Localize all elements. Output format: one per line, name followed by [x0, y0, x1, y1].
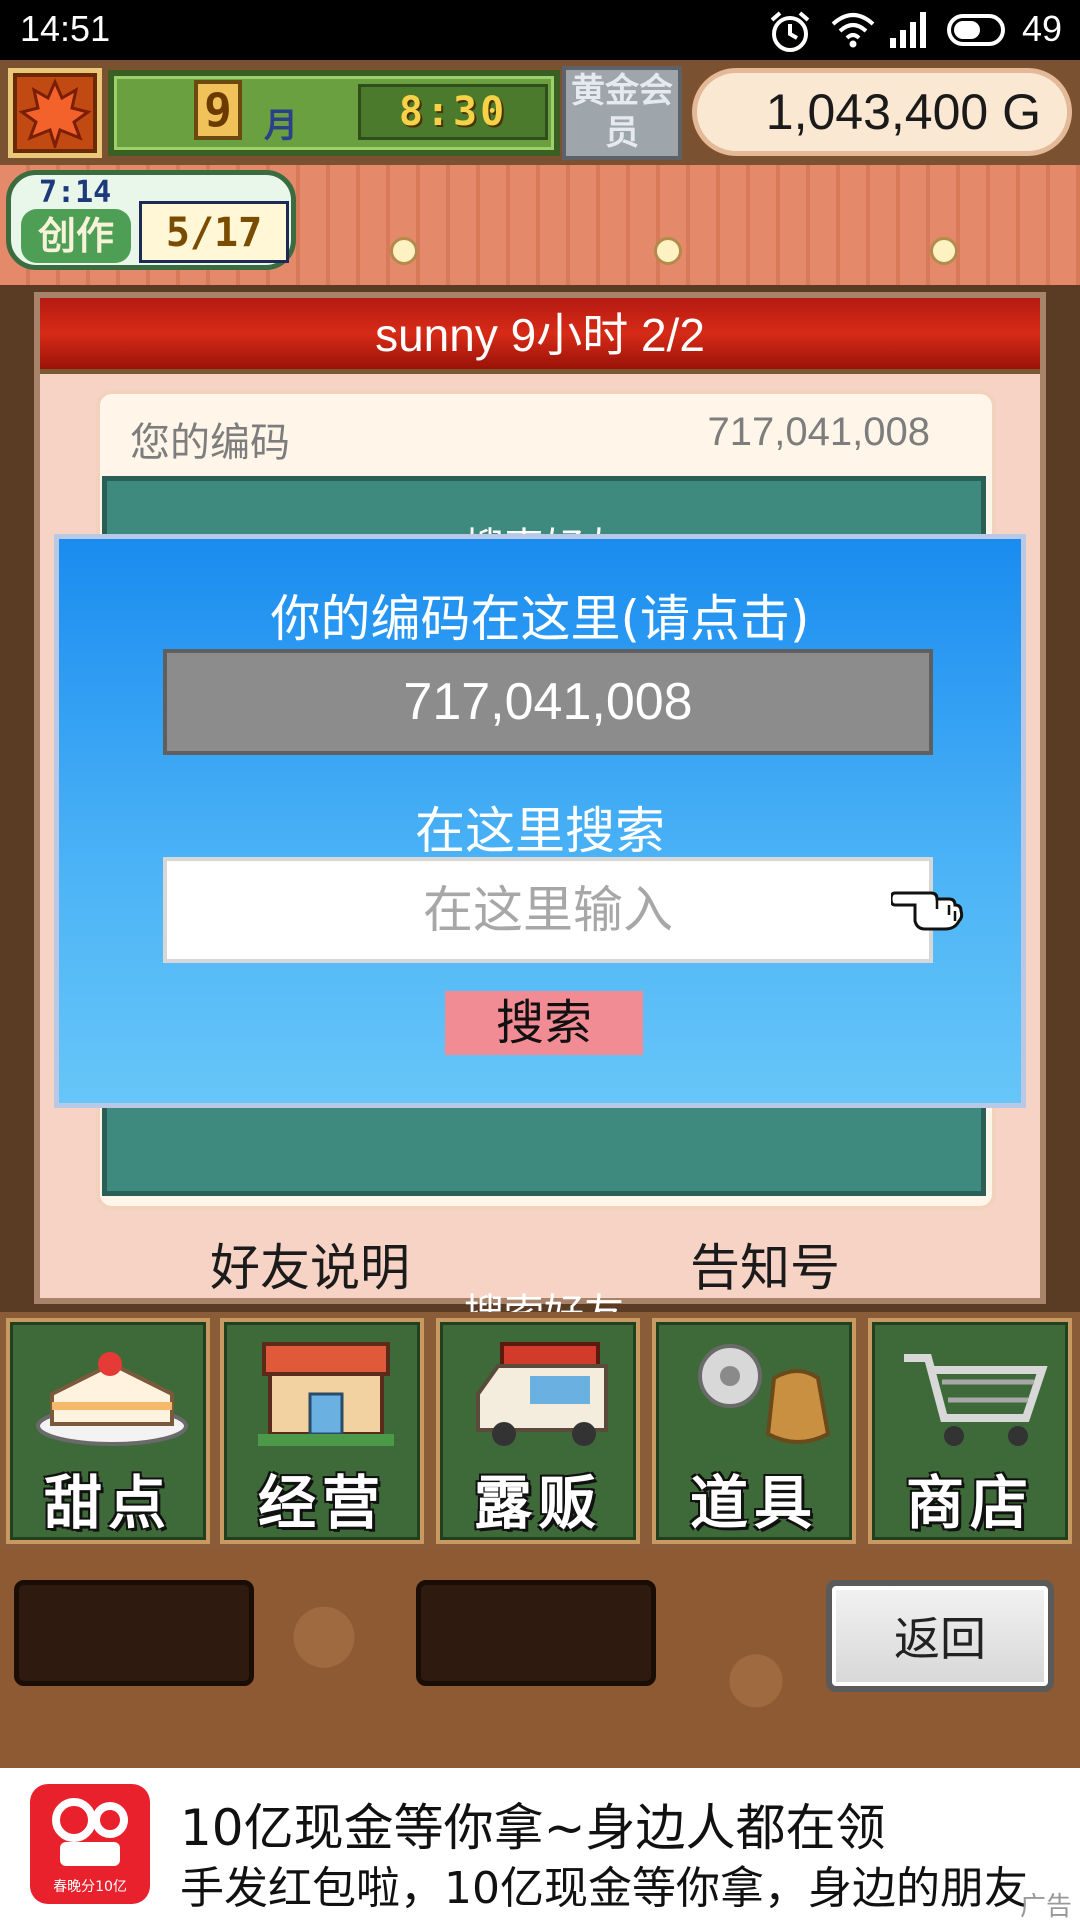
- menu-items-label: 道具: [689, 1469, 818, 1537]
- ad-tag: 广告: [1019, 1892, 1072, 1920]
- your-code-box[interactable]: 717,041,008: [163, 649, 933, 755]
- game-clock-text: 8:30: [398, 89, 508, 135]
- gold-amount: 1,043,400 G: [765, 84, 1041, 140]
- lower-strip: 返回: [0, 1550, 1080, 1768]
- menu-store-label: 商店: [905, 1469, 1034, 1537]
- shop-building-icon: [258, 1342, 394, 1446]
- menu-items-button[interactable]: 道具: [652, 1318, 856, 1544]
- menu-business-label: 经营: [257, 1469, 386, 1537]
- friend-window-header: sunny 9小时 2/2: [40, 298, 1040, 374]
- battery-level: 49: [1021, 8, 1062, 49]
- friend-help-link[interactable]: 好友说明: [210, 1228, 410, 1300]
- vip-badge[interactable]: 黄金会员: [562, 66, 682, 160]
- create-timer: 7:14: [39, 175, 112, 210]
- search-button[interactable]: 搜索: [445, 991, 643, 1055]
- game-clock: 8:30: [358, 84, 548, 140]
- menu-store-button[interactable]: 商店: [868, 1318, 1072, 1544]
- lamp-icon: [930, 237, 958, 265]
- ad-app-logo[interactable]: 春晚分10亿: [30, 1784, 150, 1904]
- create-count: 5/17: [139, 201, 289, 263]
- menu-sweets-label: 甜点: [43, 1469, 172, 1537]
- empty-slot: [416, 1580, 656, 1686]
- ad-banner[interactable]: 春晚分10亿 10亿现金等你拿~身边人都在领 手发红包啦，10亿现金等你拿，身边…: [0, 1768, 1080, 1920]
- cake-icon: [36, 1352, 188, 1446]
- ad-subtitle: 手发红包啦，10亿现金等你拿，身边的朋友: [180, 1863, 1028, 1914]
- create-panel[interactable]: 7:14 创作 5/17: [6, 170, 296, 270]
- search-dialog: 你的编码在这里(请点击) 717,041,008 在这里搜索 搜索: [54, 534, 1026, 1108]
- menu-stall-label: 露贩: [473, 1469, 602, 1537]
- search-title: 在这里搜索: [415, 802, 665, 860]
- signal-icon: [890, 12, 926, 48]
- main-menu: 甜点 经营 露贩 道具 商店: [0, 1312, 1080, 1550]
- food-truck-icon: [476, 1342, 608, 1446]
- gold-panel: 1,043,400 G: [692, 68, 1072, 156]
- menu-stall-button[interactable]: 露贩: [436, 1318, 640, 1544]
- month-label: 月: [264, 106, 298, 146]
- shopping-cart-icon: [904, 1354, 1048, 1446]
- month-number: 9: [194, 80, 242, 140]
- status-bar: 14:51 49: [0, 0, 1080, 60]
- your-code-value: 717,041,008: [707, 410, 930, 454]
- lamp-icon: [390, 237, 418, 265]
- dialog-title: 你的编码在这里(请点击): [270, 590, 810, 648]
- ad-logo-caption: 春晚分10亿: [53, 1879, 127, 1895]
- season-leaf-icon[interactable]: [8, 68, 102, 158]
- pointing-hand-icon: [891, 891, 964, 931]
- create-label: 创作: [21, 209, 131, 263]
- menu-business-button[interactable]: 经营: [220, 1318, 424, 1544]
- game-hud: 9 月 8:30 黄金会员 1,043,400 G: [0, 60, 1080, 165]
- date-panel: 9 月 8:30: [108, 70, 560, 156]
- menu-sweets-button[interactable]: 甜点: [6, 1318, 210, 1544]
- ad-title: 10亿现金等你拿~身边人都在领: [180, 1799, 886, 1857]
- search-input[interactable]: [163, 857, 933, 963]
- status-time: 14:51: [20, 8, 111, 49]
- alarm-icon: [770, 11, 810, 52]
- gear-bag-icon: [698, 1344, 831, 1444]
- battery-icon: [947, 14, 1005, 46]
- wifi-icon: [831, 13, 875, 48]
- empty-slot: [14, 1580, 254, 1686]
- back-button[interactable]: 返回: [826, 1580, 1054, 1692]
- lamp-icon: [654, 237, 682, 265]
- notice-link[interactable]: 告知号: [690, 1228, 840, 1300]
- your-code-label: 您的编码: [130, 420, 290, 466]
